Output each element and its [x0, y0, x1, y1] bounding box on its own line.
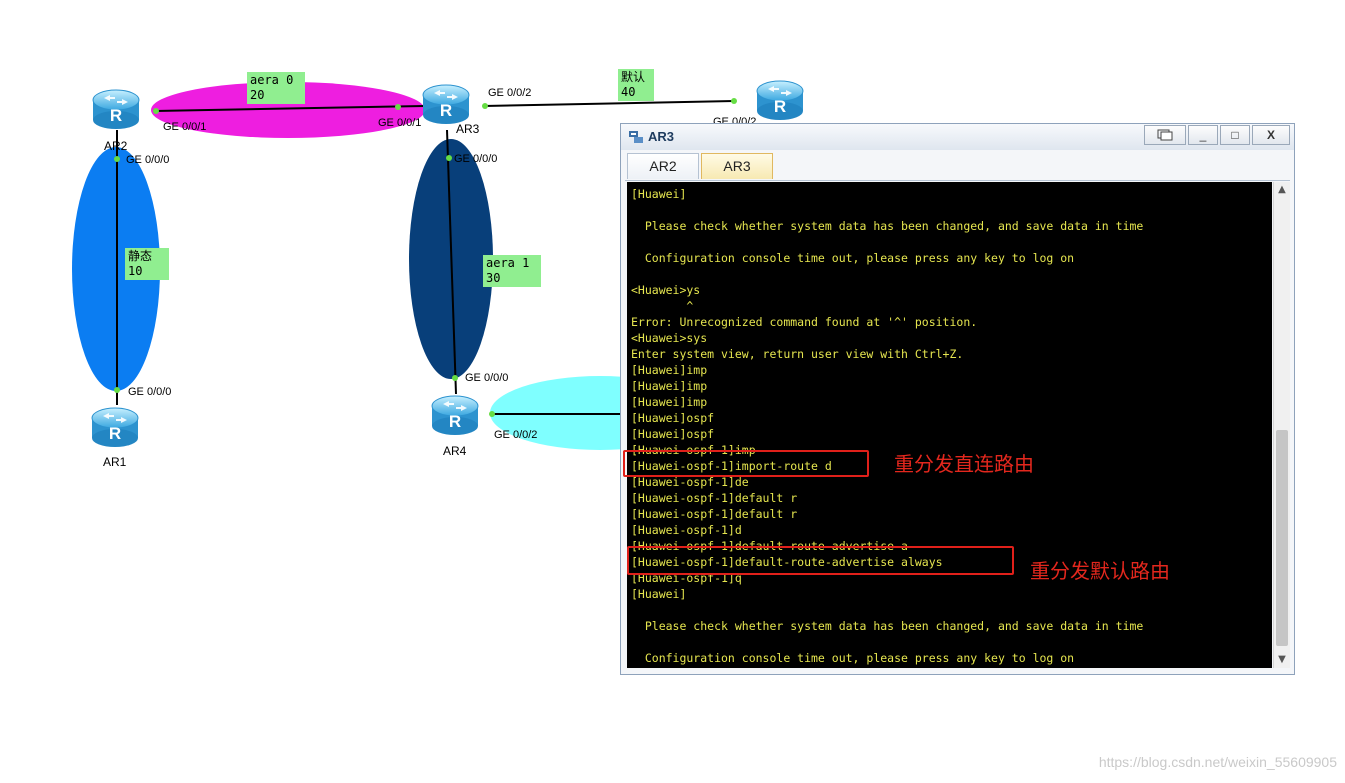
terminal-line: [Huawei]imp [631, 395, 708, 409]
port-dot [114, 387, 120, 393]
terminal-line: [Huawei-ospf-1]default r [631, 491, 798, 505]
router-ar1[interactable] [91, 407, 139, 448]
note-area1[interactable]: aera 1 30 [483, 255, 541, 287]
note-line: 30 [486, 271, 501, 285]
terminal-line: Configuration console time out, please p… [631, 651, 1075, 665]
terminal-output[interactable]: [Huawei] Please check whether system dat… [627, 182, 1272, 668]
note-line: 10 [128, 264, 143, 278]
port-dot [482, 103, 488, 109]
note-line: aera 1 [486, 256, 530, 270]
note-line: 40 [621, 85, 636, 99]
port-label: GE 0/0/0 [128, 386, 171, 398]
maximize-button[interactable]: □ [1220, 125, 1250, 145]
note-line: 默认 [621, 70, 646, 84]
window-titlebar[interactable]: AR3 _ □ X [621, 124, 1294, 150]
port-label: GE 0/0/1 [378, 117, 421, 129]
terminal-line: [Huawei] [631, 587, 687, 601]
port-dot [489, 411, 495, 417]
port-dot [153, 108, 159, 114]
terminal-line: Enter system view, return user view with… [631, 347, 964, 361]
router-ar4[interactable] [431, 395, 479, 436]
scroll-down-arrow-icon[interactable]: ▼ [1274, 652, 1290, 668]
port-dot [114, 156, 120, 162]
router-label: AR1 [103, 455, 127, 469]
port-label: GE 0/0/1 [163, 121, 206, 133]
watermark: https://blog.csdn.net/weixin_55609905 [1098, 754, 1337, 770]
port-label: GE 0/0/2 [494, 429, 537, 441]
terminal-line: [Huawei]ospf [631, 427, 715, 441]
port-label: GE 0/0/0 [465, 372, 508, 384]
router-ar2[interactable] [92, 89, 140, 130]
terminal-line: [Huawei] [631, 187, 687, 201]
port-dot [731, 98, 737, 104]
restore-icon [1157, 129, 1173, 141]
router-label: AR4 [443, 444, 467, 458]
terminal-line: Error: Unrecognized command found at '^'… [631, 315, 978, 329]
terminal-line: <Huawei>sys [631, 331, 708, 345]
minimize-button[interactable]: _ [1188, 125, 1218, 145]
terminal-line: [Huawei]imp [631, 363, 708, 377]
note-area0[interactable]: aera 0 20 [247, 72, 305, 104]
port-label: GE 0/0/0 [454, 153, 497, 165]
terminal-line: ^ [631, 299, 694, 313]
console-window[interactable]: AR3 _ □ X AR2 AR3 [Huawei] Please check … [620, 123, 1295, 675]
terminal-line: [Huawei-ospf-1]default r [631, 507, 798, 521]
router-ar5[interactable] [756, 80, 804, 121]
note-line: 20 [250, 88, 265, 102]
port-dot [395, 104, 401, 110]
tab-ar3[interactable]: AR3 [701, 153, 773, 179]
terminal-line: [Huawei]ospf [631, 411, 715, 425]
terminal-line: Please check whether system data has bee… [631, 219, 1144, 233]
scroll-up-arrow-icon[interactable]: ▲ [1274, 182, 1290, 198]
router-label: AR2 [104, 139, 128, 153]
terminal-app-icon [629, 131, 643, 143]
scroll-thumb[interactable] [1276, 430, 1288, 646]
window-title: AR3 [648, 129, 675, 144]
highlight-box-default-route [627, 546, 1014, 575]
terminal-line: <Huawei>ys [631, 283, 701, 297]
router-ar3[interactable] [422, 84, 470, 125]
annotation-redistribute-direct: 重分发直连路由 [894, 452, 1034, 476]
note-line: 静态 [128, 249, 153, 263]
router-label: AR3 [456, 122, 480, 136]
terminal-line: [Huawei-ospf-1]d [631, 523, 742, 537]
link-ar3-ar5 [483, 100, 735, 107]
note-default[interactable]: 默认 40 [618, 69, 654, 101]
terminal-line: [Huawei]imp [631, 379, 708, 393]
port-label: GE 0/0/0 [126, 154, 169, 166]
port-label: GE 0/0/2 [488, 87, 531, 99]
terminal-line: Please check whether system data has bee… [631, 619, 1144, 633]
terminal-scrollbar[interactable]: ▲ ▼ [1273, 182, 1290, 668]
terminal-lines: [Huawei] Please check whether system dat… [631, 186, 1143, 666]
port-dot [452, 375, 458, 381]
close-button[interactable]: X [1252, 125, 1290, 145]
highlight-box-import-route [623, 450, 869, 477]
note-static[interactable]: 静态 10 [125, 248, 169, 280]
note-line: aera 0 [250, 73, 294, 87]
tab-ar2[interactable]: AR2 [627, 153, 699, 179]
restore-button[interactable] [1144, 125, 1186, 145]
annotation-redistribute-default: 重分发默认路由 [1030, 559, 1170, 583]
port-dot [446, 155, 452, 161]
tab-bar: AR2 AR3 [625, 151, 1290, 181]
terminal-line: Configuration console time out, please p… [631, 251, 1075, 265]
